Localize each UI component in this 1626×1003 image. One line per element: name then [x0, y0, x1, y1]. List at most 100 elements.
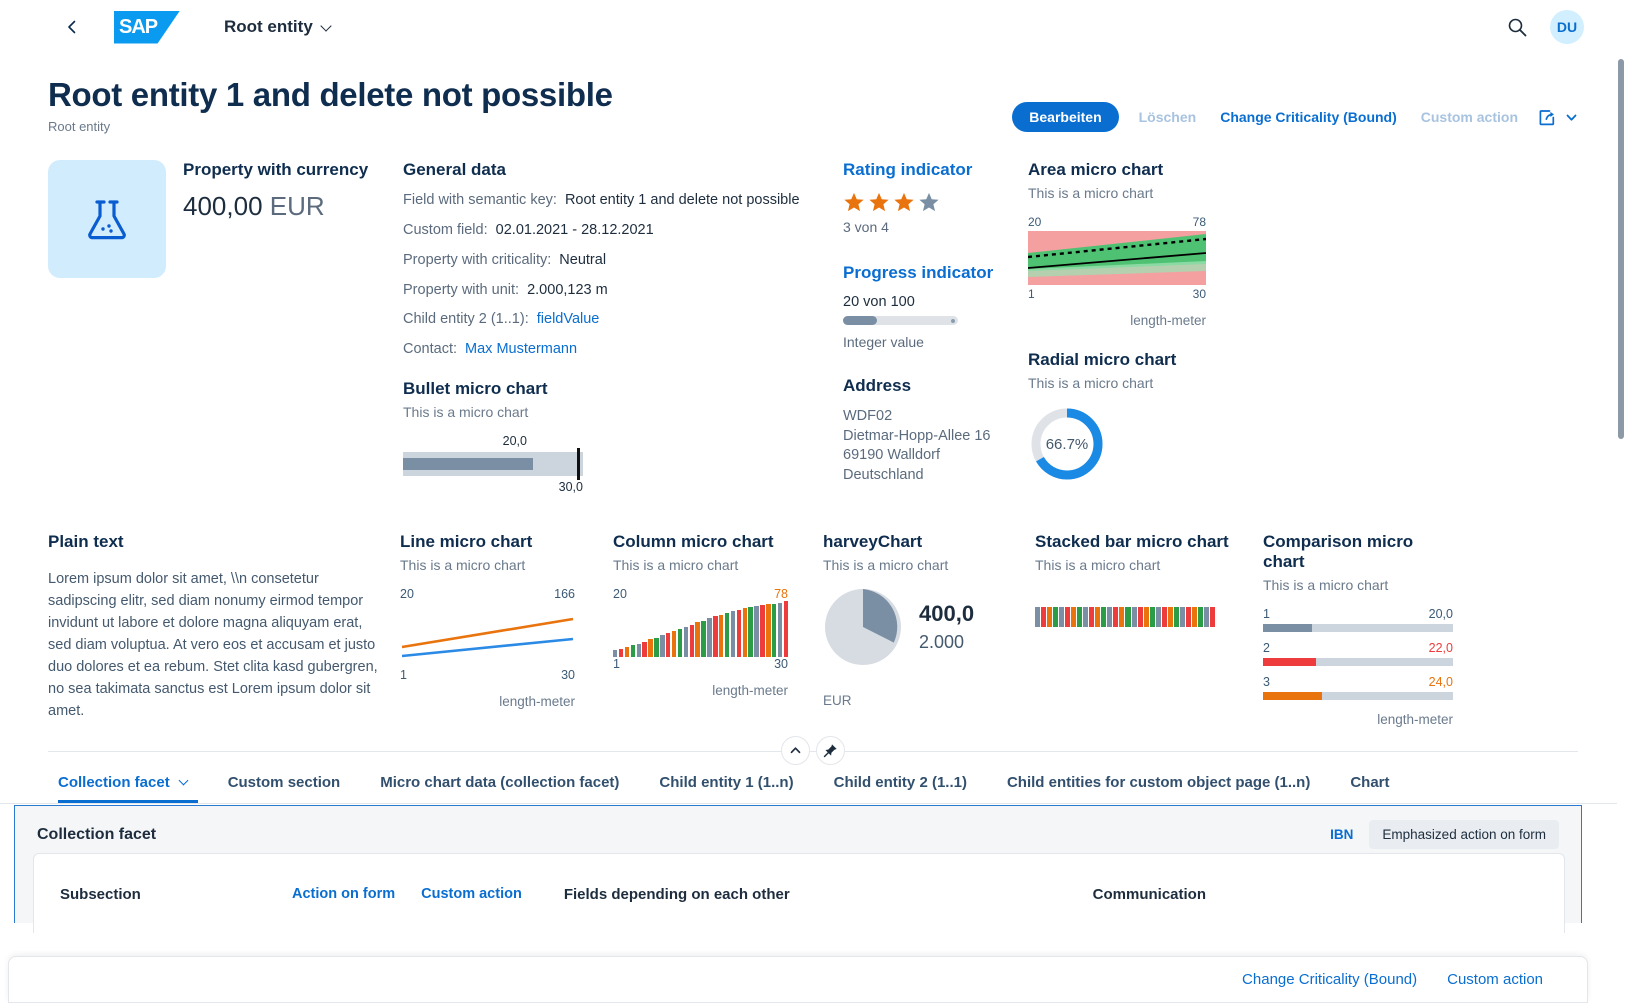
emphasized-action-on-form-button[interactable]: Emphasized action on form — [1369, 820, 1559, 849]
sap-logo[interactable]: SAP — [114, 10, 180, 44]
back-icon[interactable] — [58, 13, 86, 41]
address-line: WDF02 — [843, 408, 893, 424]
column-chart-bar — [719, 614, 724, 658]
column-chart-bar — [783, 601, 789, 658]
share-menu-button[interactable] — [1538, 108, 1578, 127]
stacked-chart-graphic[interactable] — [1035, 607, 1215, 628]
star-icon-filled — [869, 192, 889, 212]
page-scrollbar[interactable] — [1617, 54, 1626, 1003]
stacked-chart-subtitle: This is a micro chart — [1035, 557, 1161, 574]
column-chart-bar — [777, 602, 783, 658]
stacked-chart-segment — [1143, 607, 1149, 628]
column-chart-bar — [772, 603, 777, 658]
column-chart-bar — [654, 637, 659, 658]
column-axis-top-left: 20 — [613, 587, 627, 602]
tab-label: Micro chart data (collection facet) — [380, 774, 620, 791]
comparison-value: 20,0 — [1428, 607, 1453, 622]
page-subtitle: Root entity — [48, 118, 111, 134]
area-axis-top-right: 78 — [1192, 215, 1206, 229]
column-chart-bar — [624, 646, 630, 658]
bullet-micro-chart: Bullet micro chart This is a micro chart… — [403, 379, 825, 494]
harvey-chart-graphic[interactable]: 400,0 2.000 — [823, 587, 1017, 667]
bullet-target-label: 30,0 — [558, 480, 583, 495]
address-line: Dietmar-Hopp-Allee 16 — [843, 427, 991, 444]
field-label: Child entity 2 (1..1): — [403, 311, 529, 328]
tab-micro-chart-data[interactable]: Micro chart data (collection facet) — [360, 766, 639, 803]
column-chart-bar — [754, 606, 759, 658]
stacked-chart-segment — [1149, 607, 1155, 628]
column-chart-unit: length-meter — [712, 683, 788, 699]
action-on-form-link[interactable]: Action on form — [292, 886, 395, 902]
sap-logo-text: SAP — [119, 15, 158, 38]
radial-chart-percent: 66.7% — [1045, 435, 1089, 453]
comparison-value: 24,0 — [1428, 675, 1453, 690]
tab-custom-section[interactable]: Custom section — [208, 766, 361, 803]
tab-child-entities-custom-object-page[interactable]: Child entities for custom object page (1… — [987, 766, 1330, 803]
field-value-link[interactable]: fieldValue — [537, 311, 600, 327]
tab-chart[interactable]: Chart — [1330, 766, 1409, 803]
scrollbar-thumb[interactable] — [1618, 59, 1624, 439]
pin-header-button[interactable] — [816, 736, 845, 765]
field-label: Property with criticality: — [403, 251, 552, 268]
collapse-header-button[interactable] — [781, 736, 810, 765]
stacked-chart-segment — [1119, 607, 1125, 628]
field-value-link[interactable]: Max Mustermann — [465, 341, 577, 357]
footer-change-criticality-button[interactable]: Change Criticality (Bound) — [1242, 971, 1417, 988]
column-chart-bar — [707, 618, 712, 658]
line-chart-graphic[interactable]: 20 166 1 30 length-meter — [400, 587, 575, 709]
tab-label: Child entity 2 (1..1) — [833, 774, 967, 791]
area-chart-svg — [1028, 231, 1206, 285]
shell-title[interactable]: Root entity — [224, 17, 332, 37]
search-icon[interactable] — [1506, 16, 1528, 38]
currency-unit: EUR — [269, 191, 325, 221]
comparison-chart-graphic[interactable]: 1 20,0 2 22,0 3 24,0 length-meter — [1263, 607, 1453, 727]
line-axis-bottom-left: 1 — [400, 668, 407, 683]
area-chart-graphic[interactable]: 20 78 1 30 length-meter — [1028, 215, 1206, 328]
area-axis-bottom-left: 1 — [1028, 287, 1035, 301]
bullet-track — [403, 448, 583, 481]
general-data-row: Field with semantic key: Root entity 1 a… — [403, 191, 825, 210]
chevron-down-icon — [1566, 114, 1577, 121]
progress-value-label: 20 von 100 — [843, 294, 915, 310]
footer-custom-action-button[interactable]: Custom action — [1447, 971, 1543, 988]
harvey-total: 2.000 — [919, 632, 965, 653]
property-currency-title: Property with currency — [183, 160, 369, 179]
panel-header: Collection facet IBN Emphasized action o… — [15, 806, 1581, 849]
communication-label: Communication — [1092, 885, 1206, 903]
edit-button[interactable]: Bearbeiten — [1012, 102, 1119, 132]
column-chart-bar — [724, 612, 730, 658]
comparison-row: 1 20,0 — [1263, 607, 1453, 633]
change-criticality-button[interactable]: Change Criticality (Bound) — [1216, 103, 1401, 131]
tab-label: Collection facet — [58, 774, 170, 791]
tab-child-entity-1[interactable]: Child entity 1 (1..n) — [639, 766, 813, 803]
tab-collection-facet[interactable]: Collection facet — [48, 766, 208, 803]
stacked-bar-micro-chart: Stacked bar micro chart This is a micro … — [1035, 532, 1263, 727]
progress-bar[interactable] — [843, 316, 958, 325]
delete-button[interactable]: Löschen — [1135, 103, 1201, 131]
tab-label: Chart — [1350, 774, 1390, 791]
panel-header-actions: IBN Emphasized action on form — [1330, 820, 1559, 849]
rating-stars[interactable] — [843, 191, 1010, 213]
tab-label: Custom section — [227, 774, 341, 791]
chevron-down-icon — [322, 22, 332, 32]
chevron-up-icon — [790, 747, 801, 754]
rating-footer: 3 von 4 — [843, 219, 889, 235]
flask-glyph — [88, 200, 126, 240]
field-label: Contact: — [403, 341, 457, 358]
field-label: Field with semantic key: — [403, 192, 557, 208]
bullet-chart-title: Bullet micro chart — [403, 379, 548, 399]
bullet-chart-graphic[interactable]: 20,0 30,0 — [403, 434, 583, 494]
avatar[interactable]: DU — [1550, 10, 1584, 44]
stacked-chart-segment — [1083, 607, 1089, 628]
progress-indicator-title[interactable]: Progress indicator — [843, 263, 1010, 283]
radial-chart-graphic[interactable]: 66.7% — [1028, 405, 1106, 483]
custom-action-link[interactable]: Custom action — [421, 886, 522, 902]
line-axis-top-left: 20 — [400, 587, 414, 602]
custom-action-button[interactable]: Custom action — [1417, 103, 1522, 131]
rating-indicator-title[interactable]: Rating indicator — [843, 160, 1010, 180]
column-chart-graphic[interactable]: 20 78 1 30 length-meter — [613, 587, 789, 699]
progress-indicator: Progress indicator 20 von 100 Integer va… — [843, 263, 1010, 350]
ibn-link[interactable]: IBN — [1330, 827, 1353, 842]
comparison-chart-subtitle: This is a micro chart — [1263, 577, 1389, 594]
tab-child-entity-2[interactable]: Child entity 2 (1..1) — [814, 766, 987, 803]
